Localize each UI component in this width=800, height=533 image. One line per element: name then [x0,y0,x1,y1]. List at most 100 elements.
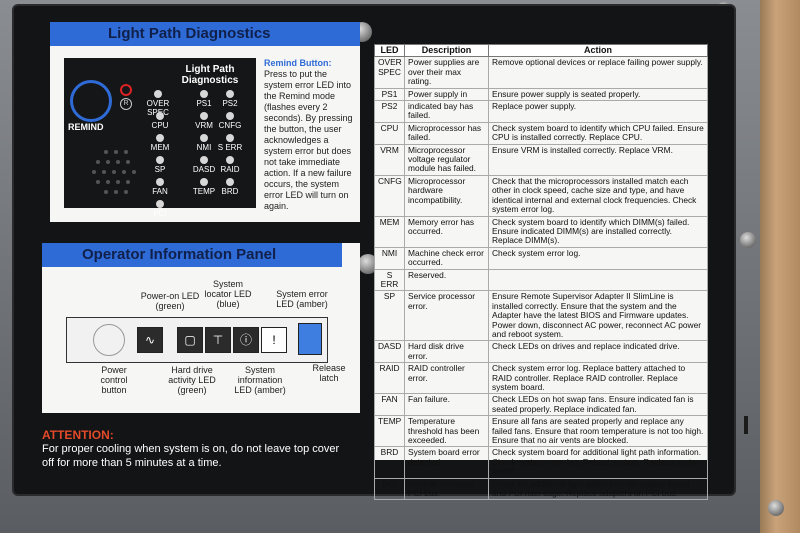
description-cell: System board error detected. [404,446,489,479]
table-row: PS2 indicated bay has failed. Replace powe… [374,100,708,123]
led-cell: NMI [374,246,405,270]
diagnostics-panel: REMIND R Light Path Diagnostics OVER SPE… [64,58,256,218]
header-led: LED [374,43,405,58]
led-cell: S ERR [374,268,405,292]
power-control-button[interactable] [93,324,125,356]
description-cell: Microprocessor hardware incompatibility. [404,174,489,217]
table-row: DASD Hard disk drive error. Check LEDs on … [374,340,708,364]
led-indicator: CPU [142,112,178,130]
table-row: PS1 Power supply in Ensure power supply is… [374,87,708,102]
screw-icon [768,500,784,516]
led-dot-icon [156,178,164,186]
led-dot-icon [156,134,164,142]
led-indicator: PCI [142,200,178,218]
description-cell: Service processor error. [404,290,489,342]
led-label: PCI [153,209,167,218]
description-cell: Fan failure. [404,393,489,417]
description-cell: Machine check error occurred. [404,246,489,270]
led-cell: CNFG [374,174,405,217]
led-dot-icon [156,156,164,164]
led-dot-icon [226,112,234,120]
led-table: LED Description Action OVER SPEC Power su… [374,43,708,501]
led-label: PS2 [222,99,238,108]
led-indicator: RAID [212,156,248,174]
action-cell: Check for additional light path LEDs on … [488,477,708,501]
led-dot-icon [154,90,162,98]
led-label: BRD [221,187,239,196]
led-indicator: SP [142,156,178,174]
led-label: MEM [150,143,170,152]
description-cell: Power supply in [404,87,489,102]
action-cell: Check system board for additional light … [488,446,708,479]
led-dot-icon [156,112,164,120]
registered-icon: R [120,98,132,110]
description-cell: indicated bay has failed. [404,100,489,123]
table-row: S ERR Reserved. [374,268,708,292]
description-cell: Power supplies are over their max rating… [404,56,489,89]
operator-strip: ∿ ▢ ⊤ ⓘ ! [66,317,328,363]
panel-title: Light Path Diagnostics [181,64,239,86]
description-cell: Memory error has occurred. [404,215,489,248]
table-row: NMI Machine check error occurred. Check sy… [374,246,708,270]
attention-heading: ATTENTION: [42,428,114,442]
action-cell: Check system board to identify which CPU… [488,121,708,145]
led-label: CNFG [218,121,242,130]
led-dot-icon [226,156,234,164]
description-cell: Hard disk drive error. [404,340,489,364]
action-cell [488,268,708,292]
led-dot-icon [226,90,234,98]
hard-drive-led-icon: ▢ [177,327,203,353]
led-cell: OVER SPEC [374,56,405,89]
led-label: S ERR [217,143,243,152]
led-cell: PS2 [374,100,405,123]
light-path-title: Light Path Diagnostics [50,22,360,46]
table-row: RAID RAID controller error. Check system e… [374,362,708,395]
description-cell: Microprocessor voltage regulator module … [404,143,489,176]
header-action: Action [488,43,708,58]
light-path-card: Light Path Diagnostics REMIND R Light Pa… [50,22,360,222]
led-indicator: CNFG [212,112,248,130]
system-locator-label: System locator LED (blue) [204,279,252,309]
table-row: MEM Memory error has occurred. Check syste… [374,215,708,248]
led-indicator: BRD [212,178,248,196]
release-latch[interactable] [298,323,322,355]
action-cell: Check LEDs on hot swap fans. Ensure indi… [488,393,708,417]
action-cell: Check system error log. [488,246,708,270]
table-row: PCI Error on indicated PCI bus. Check for … [374,477,708,501]
power-control-label: Power control button [100,365,128,395]
table-row: SP Service processor error. Ensure Remote … [374,290,708,342]
system-error-led-icon [120,84,132,96]
led-label: CPU [151,121,169,130]
power-on-label: Power-on LED (green) [140,291,200,311]
action-cell: Check system board to identify which DIM… [488,215,708,248]
led-indicator: FAN [142,178,178,196]
led-dot-icon [200,112,208,120]
remind-text: Press to put the system error LED into t… [264,69,353,211]
slot-icon [744,416,748,434]
led-indicator: PS2 [212,90,248,108]
description-cell: Error on indicated PCI bus. [404,477,489,501]
table-row: OVER SPEC Power supplies are over their m… [374,56,708,89]
hard-drive-label: Hard drive activity LED (green) [168,365,216,395]
action-cell: Check LEDs on drives and replace indicat… [488,340,708,364]
description-cell: RAID controller error. [404,362,489,395]
led-dot-icon [200,178,208,186]
led-dot-icon [156,200,164,208]
led-dot-icon [200,134,208,142]
led-cell: CPU [374,121,405,145]
system-info-label: System information LED (amber) [234,365,286,395]
led-table-card: LED Description Action OVER SPEC Power su… [374,43,708,501]
description-cell: Reserved. [404,268,489,292]
operator-panel-card: Operator Information Panel Power-on LED … [42,243,360,413]
attention-text: For proper cooling when system is on, do… [42,443,340,469]
action-cell: Ensure all fans are seated properly and … [488,415,708,448]
table-row: CNFG Microprocessor hardware incompatibil… [374,174,708,217]
operator-panel-title: Operator Information Panel [42,243,342,267]
action-cell: Ensure power supply is seated properly. [488,87,708,102]
remind-button[interactable] [70,80,112,122]
remind-description: Remind Button: Press to put the system e… [264,58,356,212]
led-dot-icon [226,178,234,186]
led-indicator: S ERR [212,134,248,152]
table-row: CPU Microprocessor has failed. Check syste… [374,121,708,145]
led-cell: DASD [374,340,405,364]
